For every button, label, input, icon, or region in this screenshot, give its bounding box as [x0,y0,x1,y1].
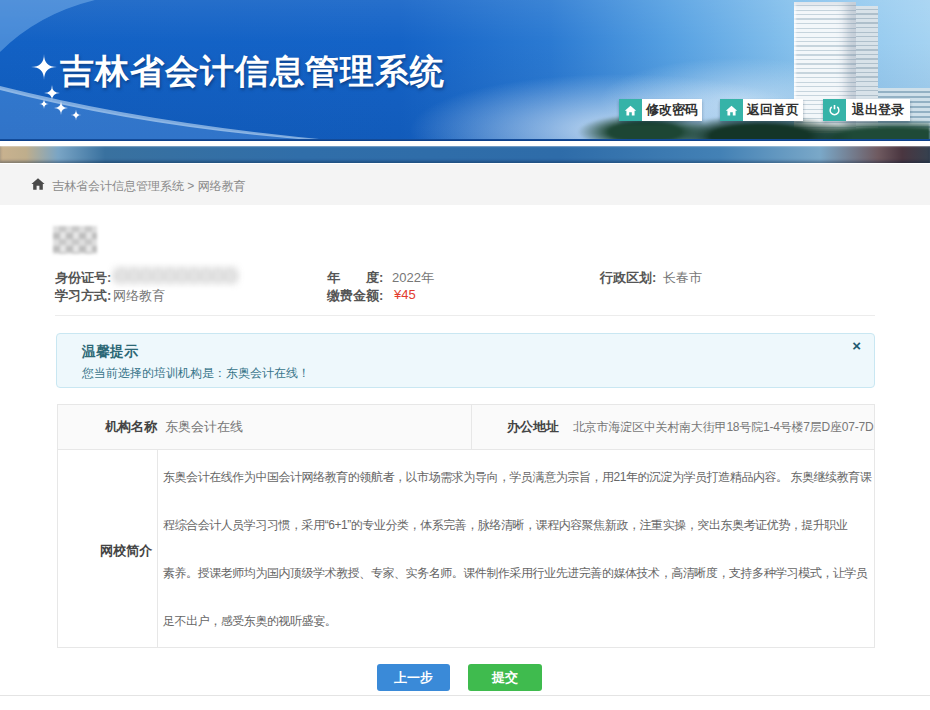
office-address-label: 办公地址 [507,405,559,449]
intro-line: 素养。授课老师均为国内顶级学术教授、专家、实务名师。课件制作采用行业先进完善的媒… [163,549,869,597]
year-label: 年 度: [327,269,383,287]
return-home-button[interactable]: 返回首页 [720,99,803,121]
intro-line: 程综合会计人员学习习惯，采用“6+1”的专业分类，体系完善，脉络清晰，课程内容聚… [163,501,869,549]
header-banner: 吉林省会计信息管理系统 修改密码 返回首页 退出登录 [0,0,930,141]
footer-divider [0,695,930,696]
logout-label: 退出登录 [846,99,910,121]
org-intro-row: 网校简介 东奥会计在线作为中国会计网络教育的领航者，以市场需求为导向，学员满意为… [57,450,875,648]
fee-label: 缴费金额: [327,287,383,305]
logout-button[interactable]: 退出登录 [823,99,910,121]
previous-step-button[interactable]: 上一步 [377,664,450,691]
study-mode-value: 网络教育 [113,287,165,305]
alert-body: 您当前选择的培训机构是：东奥会计在线！ [82,365,310,382]
org-name-value: 东奥会计在线 [165,405,243,449]
return-home-label: 返回首页 [743,99,803,121]
intro-line: 东奥会计在线作为中国会计网络教育的领航者，以市场需求为导向，学员满意为宗旨，用2… [163,453,869,501]
redacted-id-number [113,267,238,284]
org-table-header-row: 机构名称 东奥会计在线 办公地址 北京市海淀区中关村南大街甲18号院1-4号楼7… [57,404,875,450]
fee-value: ¥45 [394,287,416,302]
id-number-label: 身份证号: [55,269,111,287]
cell-divider [471,405,472,449]
home-icon [720,99,743,121]
banner-bottom-edge [0,139,930,141]
org-name-label: 机构名称 [58,405,157,449]
change-password-label: 修改密码 [642,99,702,121]
notice-alert: 温馨提示 您当前选择的培训机构是：东奥会计在线！ × [56,333,875,388]
change-password-button[interactable]: 修改密码 [619,99,702,121]
region-label: 行政区划: [600,269,656,287]
breadcrumb: 吉林省会计信息管理系统 > 网络教育 [0,164,930,205]
power-icon [823,99,846,121]
intro-label: 网校简介 [58,542,152,560]
study-mode-label: 学习方式: [55,287,111,305]
alert-title: 温馨提示 [82,343,138,361]
intro-paragraph: 东奥会计在线作为中国会计网络教育的领航者，以市场需求为导向，学员满意为宗旨，用2… [163,453,869,645]
redacted-name [53,226,97,254]
photo-strip [0,146,930,163]
intro-line: 足不出户，感受东奥的视听盛宴。 [163,597,869,645]
region-value: 长春市 [663,269,702,287]
cell-divider [157,450,158,647]
home-icon [31,177,45,191]
section-divider [55,315,875,316]
year-value: 2022年 [392,269,434,287]
submit-button[interactable]: 提交 [468,664,542,691]
office-address-value: 北京市海淀区中关村南大街甲18号院1-4号楼7层D座07-7D [573,405,874,449]
home-icon [619,99,642,121]
breadcrumb-text[interactable]: 吉林省会计信息管理系统 > 网络教育 [52,178,246,195]
close-icon[interactable]: × [852,337,861,354]
page: 吉林省会计信息管理系统 修改密码 返回首页 退出登录 [0,0,930,710]
page-title: 吉林省会计信息管理系统 [60,49,445,95]
